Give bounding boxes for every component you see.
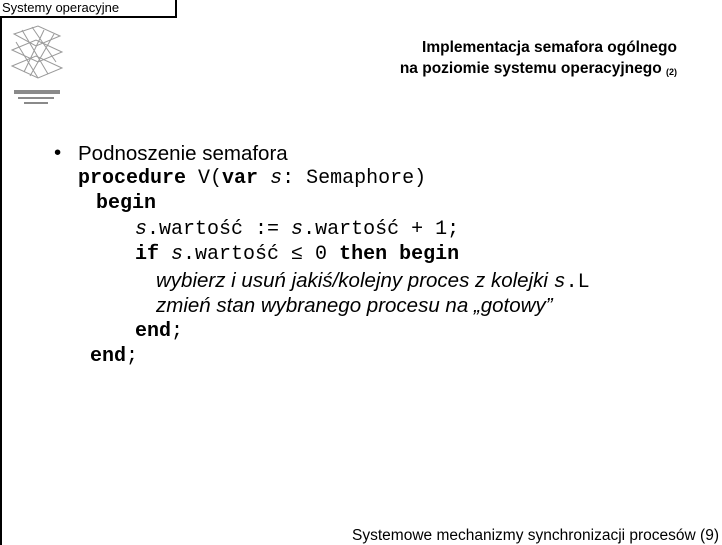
code-line-change-state: zmień stan wybranego procesu na „gotowy” xyxy=(156,293,553,319)
university-logo-icon xyxy=(10,25,64,104)
code-var-s: s xyxy=(258,167,283,190)
course-label: Systemy operacyjne xyxy=(2,0,120,15)
keyword-var: var xyxy=(222,167,259,190)
code-var-s: s xyxy=(291,218,304,241)
slide-footer: Systemowe mechanizmy synchronizacji proc… xyxy=(352,527,719,544)
code-line-if: if s.wartość ≤ 0 then begin xyxy=(135,242,459,268)
frame-header-divider xyxy=(175,0,177,18)
frame-top-border xyxy=(0,16,175,18)
code-comment: zmień stan wybranego procesu na „gotowy” xyxy=(156,294,553,317)
frame-left-border xyxy=(0,16,2,545)
code-comment: wybierz i usuń jakiś/kolejny proces z ko… xyxy=(156,269,554,292)
keyword-end: end xyxy=(90,345,127,368)
keyword-procedure: procedure xyxy=(78,167,187,190)
code-text: .wartość + 1; xyxy=(303,218,460,241)
code-text: : Semaphore) xyxy=(282,167,427,190)
code-line-begin: begin xyxy=(96,192,157,215)
code-text: ; xyxy=(171,320,184,343)
bullet-text: Podnoszenie semafora xyxy=(78,142,288,165)
slide-title-line-2: na poziomie systemu operacyjnego (2) xyxy=(400,58,677,83)
code-text: .L xyxy=(565,271,590,294)
code-var-s: s xyxy=(159,243,184,266)
code-line-inner-end: end; xyxy=(135,319,183,345)
code-var-s: s xyxy=(135,218,148,241)
code-line-increment: s.wartość := s.wartość + 1; xyxy=(135,217,459,243)
slide-number: (2) xyxy=(666,67,677,77)
slide-title-line-1: Implementacja semafora ogólnego xyxy=(422,39,677,56)
keyword-then-begin: then begin xyxy=(339,243,460,266)
code-text: .wartość ≤ 0 xyxy=(183,243,340,266)
code-line-remove: wybierz i usuń jakiś/kolejny proces z ko… xyxy=(156,268,590,296)
code-text: ; xyxy=(126,345,139,368)
code-line-procedure: procedure V(var s: Semaphore) xyxy=(78,166,426,192)
bullet-icon: • xyxy=(54,141,62,164)
slide-title: Implementacja semafora ogólnego na pozio… xyxy=(400,37,677,83)
code-text: .wartość := xyxy=(147,218,292,241)
keyword-end: end xyxy=(135,320,172,343)
slide-title-line-2-text: na poziomie systemu operacyjnego xyxy=(399,60,662,77)
keyword-if: if xyxy=(135,243,160,266)
code-line-outer-end: end; xyxy=(90,344,138,370)
code-var-s: s xyxy=(553,271,566,294)
slide: Systemy operacyjne Implementacja semafor… xyxy=(0,0,722,545)
code-text: V( xyxy=(186,167,223,190)
